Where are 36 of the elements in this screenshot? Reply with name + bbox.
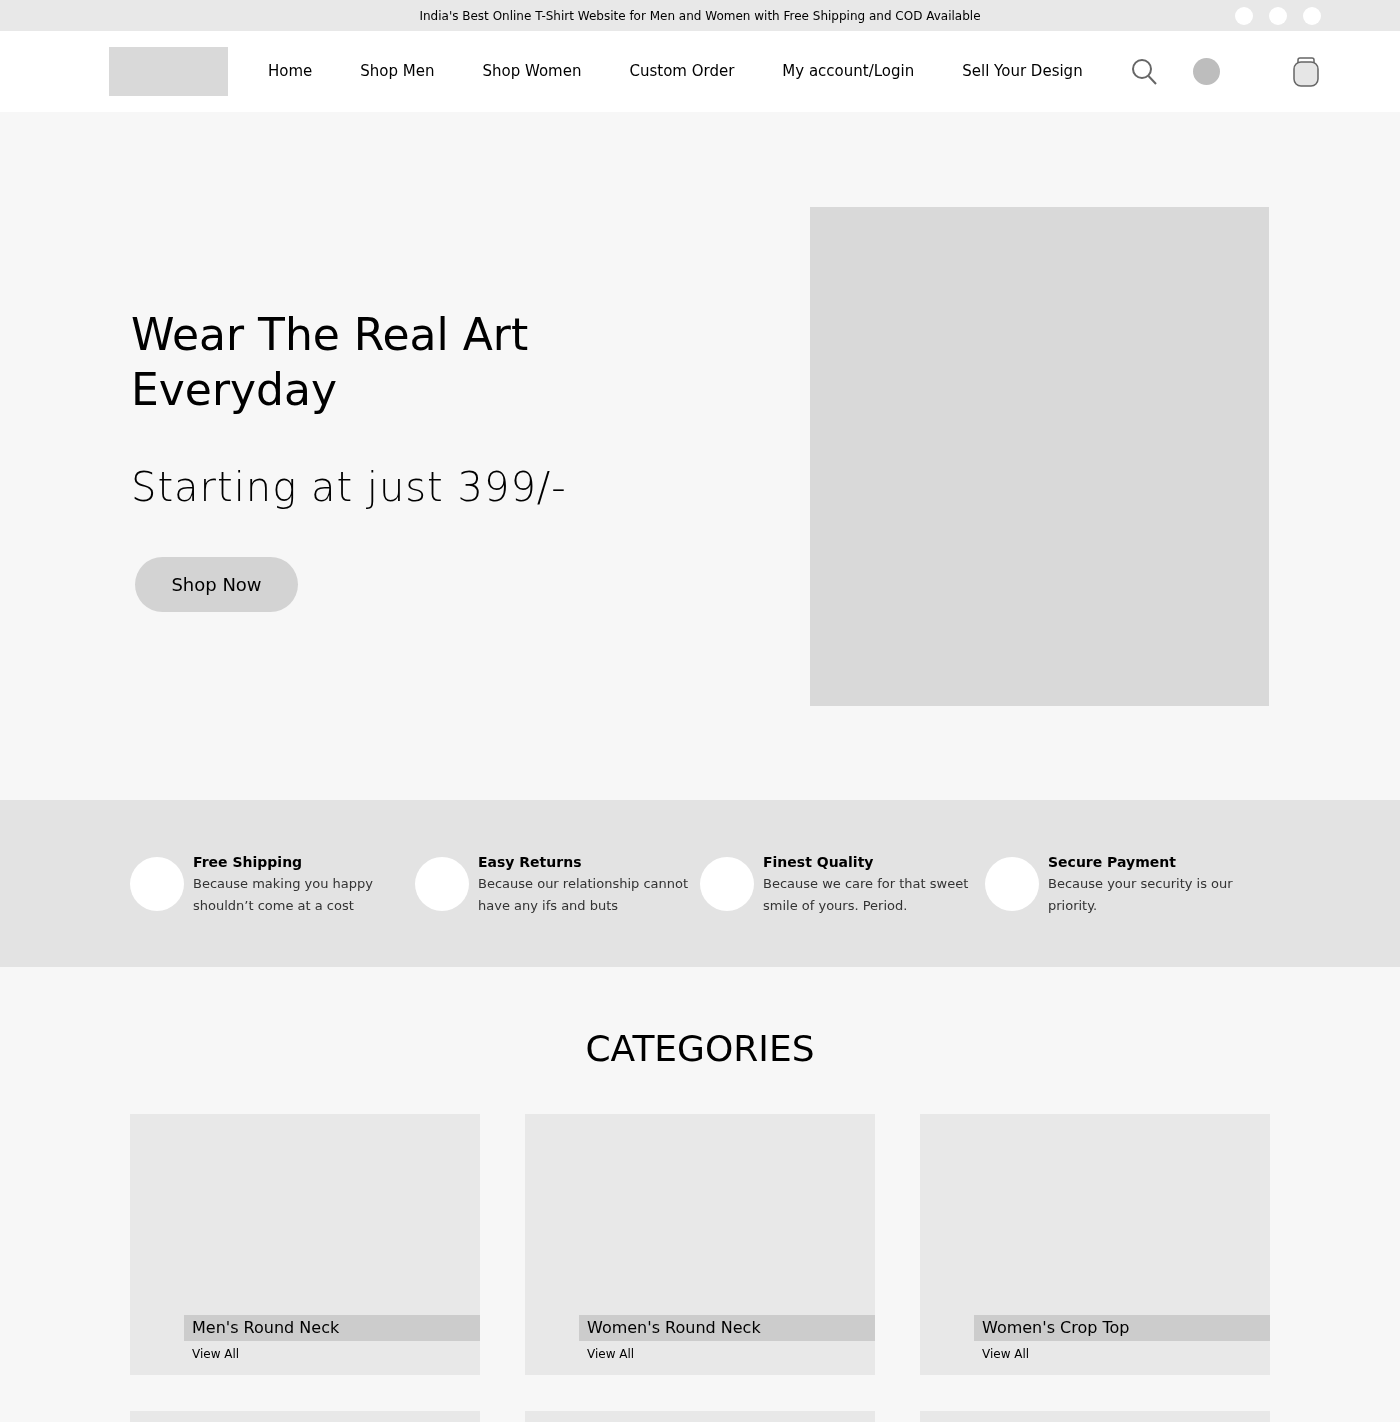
- feature-text: Because your security is our priority.: [1048, 875, 1234, 915]
- search-icon[interactable]: [1130, 56, 1159, 87]
- category-label: Women's Crop Top: [974, 1315, 1270, 1341]
- hero-subtitle: Starting at just 399/-: [131, 463, 568, 512]
- feature-icon: [985, 857, 1039, 911]
- category-card[interactable]: Women's Round Neck View All: [525, 1114, 875, 1375]
- categories-heading: CATEGORIES: [584, 1027, 816, 1066]
- nav-link[interactable]: Sell Your Design: [952, 60, 1093, 83]
- feature-icon: [700, 857, 754, 911]
- feature-title: Secure Payment: [1048, 853, 1177, 872]
- avatar-icon[interactable]: [1192, 58, 1220, 85]
- feature-text: Because making you happy shouldn’t come at a cost: [193, 875, 374, 915]
- feature-title: Finest Quality: [763, 853, 875, 872]
- category-label: Women's Round Neck: [579, 1315, 875, 1341]
- bag-icon[interactable]: [1292, 56, 1319, 87]
- category-card[interactable]: Men's Round Neck View All: [130, 1114, 480, 1375]
- feature-icon: [130, 857, 184, 911]
- feature-title: Easy Returns: [478, 853, 583, 872]
- category-card[interactable]: Women's Crop Top View All: [920, 1114, 1270, 1375]
- feature-text: Because our relationship cannot have any ifs and buts: [478, 875, 690, 915]
- nav-link[interactable]: My account/Login: [772, 60, 925, 83]
- nav-link[interactable]: Shop Men: [350, 60, 445, 83]
- feature-title: Free Shipping: [193, 853, 304, 872]
- hero-title: Wear The Real Art Everyday: [131, 308, 530, 417]
- nav-link[interactable]: Home: [258, 60, 323, 83]
- shop-now-button[interactable]: Shop Now: [135, 557, 298, 612]
- category-label: Men's Round Neck: [184, 1315, 480, 1341]
- feature-text: Because we care for that sweet smile of yours. Period.: [763, 875, 970, 915]
- view-all-link[interactable]: View All: [192, 1345, 240, 1363]
- nav-link[interactable]: Custom Order: [619, 60, 745, 83]
- view-all-link[interactable]: View All: [982, 1345, 1030, 1363]
- view-all-link[interactable]: View All: [587, 1345, 635, 1363]
- announcement-text: India's Best Online T-Shirt Website for Men and Women with Free Shipping and COD Available: [419, 7, 981, 25]
- feature-icon: [415, 857, 469, 911]
- logo[interactable]: [109, 47, 228, 96]
- nav-link[interactable]: Shop Women: [472, 60, 592, 83]
